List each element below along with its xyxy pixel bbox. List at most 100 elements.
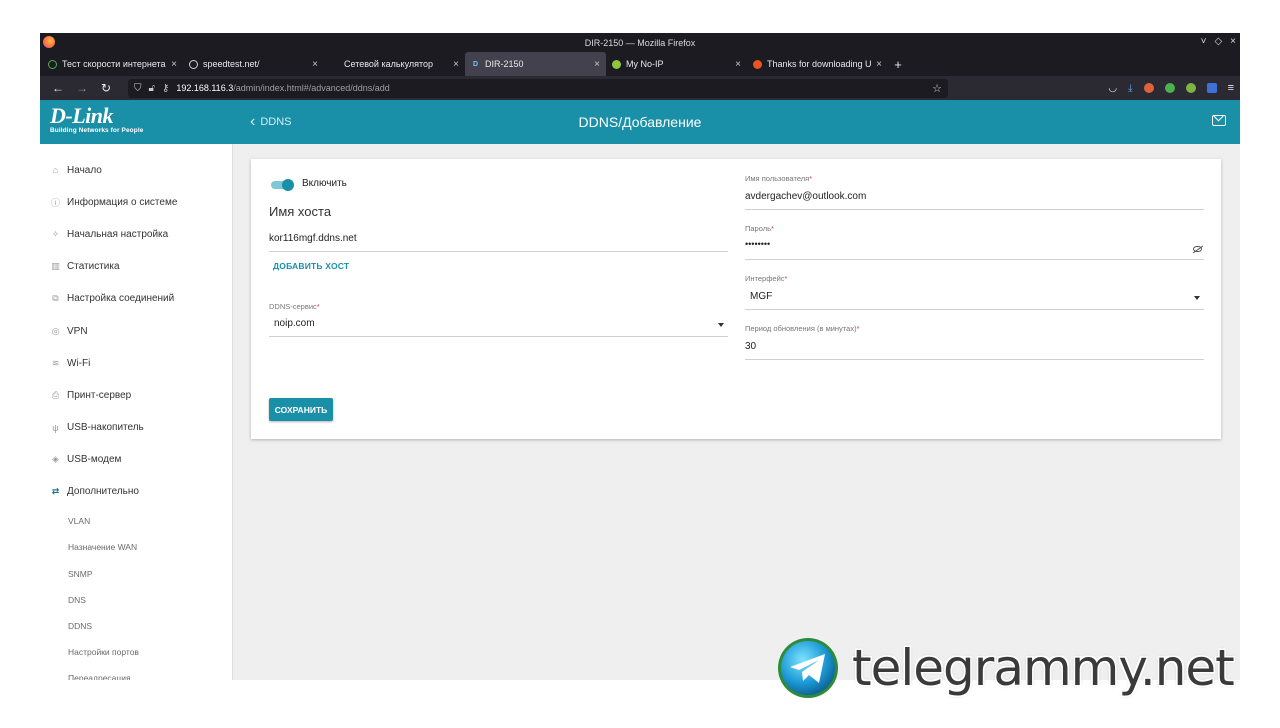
sidebar-item-usb-storage[interactable]: ψ USB-накопитель — [40, 412, 232, 444]
extension-blue-icon[interactable] — [1206, 83, 1217, 93]
lock-warning-icon[interactable]: 🔓︎ — [149, 83, 155, 94]
sidebar-item-usb-modem[interactable]: ◈ USB-модем — [40, 444, 232, 476]
interface-select[interactable]: Интерфейс* MGF — [745, 274, 1204, 310]
sidebar-item-initial-setup[interactable]: ✧ Начальная настройка — [40, 218, 232, 250]
sidebar-subitem-wan-assignment[interactable]: Назначение WAN — [40, 534, 232, 560]
sidebar-item-label: Wi-Fi — [67, 357, 91, 369]
telegrammy-watermark: telegrammy.net — [776, 635, 1266, 701]
sidebar-subitem-snmp[interactable]: SNMP — [40, 560, 232, 586]
app-header: D-Link Building Networks for People ‹ DD… — [40, 100, 1240, 144]
tab-label: Сетевой калькулятор — [344, 59, 434, 69]
url-bar[interactable]: ⛉ 🔓︎ ⚷ 192.168.116.3 /admin/index.html#/… — [128, 78, 948, 98]
hostname-field[interactable]: kor116mgf.ddns.net — [269, 227, 728, 252]
close-window-icon[interactable]: × — [1230, 36, 1236, 47]
url-path: /admin/index.html#/advanced/ddns/add — [233, 83, 390, 93]
password-field[interactable]: Пароль* •••••••• — [745, 224, 1204, 260]
sidebar-item-connections[interactable]: ⧉ Настройка соединений — [40, 283, 232, 315]
sidebar-item-advanced[interactable]: ⇄ Дополнительно — [40, 476, 232, 508]
password-value: •••••••• — [745, 239, 771, 249]
key-icon[interactable]: ⚷ — [162, 83, 169, 94]
password-label-text: Пароль — [745, 224, 772, 233]
eye-off-icon[interactable] — [1193, 246, 1202, 252]
save-button[interactable]: СОХРАНИТЬ — [269, 398, 333, 421]
sidebar-item-home[interactable]: ⌂ Начало — [40, 154, 232, 186]
close-tab-icon[interactable]: × — [594, 59, 600, 70]
dlink-logo[interactable]: D-Link Building Networks for People — [40, 100, 233, 144]
close-tab-icon[interactable]: × — [171, 59, 177, 70]
bookmark-star-icon[interactable]: ☆ — [932, 82, 942, 95]
tab-speedtest-ru[interactable]: Тест скорости интернета × — [42, 52, 183, 76]
interface-value: MGF — [750, 291, 773, 302]
close-tab-icon[interactable]: × — [735, 59, 741, 70]
sidebar-item-system-info[interactable]: ⓘ Информация о системе — [40, 186, 232, 218]
update-period-label: Период обновления (в минутах)* — [745, 324, 860, 333]
tab-dir-2150[interactable]: D DIR-2150 × — [465, 52, 606, 76]
new-tab-button[interactable]: + — [888, 52, 908, 76]
ddns-service-value: noip.com — [274, 318, 315, 329]
required-mark: * — [316, 302, 320, 311]
close-tab-icon[interactable]: × — [876, 59, 882, 70]
password-label: Пароль* — [745, 224, 774, 233]
sidebar-subitem-dns[interactable]: DNS — [40, 587, 232, 613]
extension-red-icon[interactable] — [1143, 83, 1154, 93]
sidebar-item-print-server[interactable]: ⎙ Принт-сервер — [40, 379, 232, 411]
sidebar-item-statistics[interactable]: ▥ Статистика — [40, 251, 232, 283]
sidebar-subitem-ddns[interactable]: DDNS — [40, 613, 232, 639]
noip-icon — [612, 59, 621, 69]
pocket-icon[interactable]: ◡ — [1108, 83, 1117, 94]
required-mark: * — [809, 174, 813, 183]
sidebar: ⌂ Начало ⓘ Информация о системе ✧ Началь… — [40, 144, 233, 680]
watermark-text: telegrammy.net — [852, 639, 1235, 697]
back-to-ddns-link[interactable]: ‹ DDNS — [250, 113, 292, 130]
tab-my-noip[interactable]: My No-IP × — [606, 52, 747, 76]
close-tab-icon[interactable]: × — [312, 59, 318, 70]
home-icon: ⌂ — [52, 165, 59, 176]
sidebar-item-wifi[interactable]: ≋ Wi-Fi — [40, 347, 232, 379]
downloads-icon[interactable]: ⤓ — [1128, 83, 1132, 94]
back-arrow-icon[interactable]: ← — [46, 81, 70, 95]
mail-icon[interactable] — [1212, 115, 1226, 126]
extension-android-icon[interactable] — [1185, 83, 1196, 93]
required-mark: * — [771, 224, 774, 233]
ddns-service-select[interactable]: DDNS-сервис* noip.com — [269, 299, 728, 337]
sidebar-item-label: Принт-сервер — [67, 389, 132, 401]
sidebar-item-label: Статистика — [67, 261, 120, 273]
advanced-icon: ⇄ — [51, 486, 60, 497]
sidebar-subitem-port-settings[interactable]: Настройки портов — [40, 639, 232, 665]
sidebar-subitem-vlan[interactable]: VLAN — [40, 508, 232, 534]
username-field[interactable]: Имя пользователя* avdergachev@outlook.co… — [745, 174, 1204, 210]
extension-shield-icon[interactable] — [1164, 83, 1175, 93]
hostname-value: kor116mgf.ddns.net — [269, 233, 357, 244]
sidebar-item-label: Начальная настройка — [67, 228, 169, 240]
sidebar-item-vpn[interactable]: ◎ VPN — [40, 315, 232, 347]
forward-arrow-icon[interactable]: → — [70, 81, 94, 95]
tab-speedtest-net[interactable]: speedtest.net/ × — [183, 52, 324, 76]
sidebar-item-label: VPN — [67, 325, 88, 337]
menu-icon[interactable]: ≡ — [1228, 82, 1234, 94]
chevron-left-icon: ‹ — [250, 113, 256, 130]
minimize-icon[interactable]: ˅ — [1201, 36, 1207, 47]
tab-label: DIR-2150 — [485, 59, 524, 69]
maximize-icon[interactable]: ◇ — [1214, 36, 1222, 47]
enable-toggle[interactable] — [271, 179, 295, 191]
window-controls: ˅ ◇ × — [1201, 36, 1236, 47]
reload-icon[interactable]: ↻ — [94, 81, 118, 95]
vpn-icon: ◎ — [51, 325, 60, 336]
shield-icon[interactable]: ⛉ — [134, 83, 142, 94]
sidebar-subitem-forwarding[interactable]: Переадресация — [40, 665, 232, 680]
tab-label: Thanks for downloading U — [767, 59, 872, 69]
printer-icon: ⎙ — [51, 389, 60, 400]
close-tab-icon[interactable]: × — [453, 59, 459, 70]
tab-ubuntu[interactable]: Thanks for downloading U × — [747, 52, 888, 76]
dlink-d-icon: D — [472, 60, 479, 68]
ddns-service-label: DDNS-сервис* — [269, 302, 320, 311]
add-host-button[interactable]: ДОБАВИТЬ ХОСТ — [273, 261, 349, 271]
enable-label: Включить — [302, 178, 347, 189]
speedtest-icon — [48, 59, 57, 69]
update-period-label-text: Период обновления (в минутах) — [745, 324, 857, 333]
username-label-text: Имя пользователя — [745, 174, 810, 183]
update-period-field[interactable]: Период обновления (в минутах)* 30 — [745, 324, 1204, 360]
url-host: 192.168.116.3 — [176, 83, 234, 93]
firefox-logo-icon — [43, 36, 55, 48]
tab-network-calculator[interactable]: Сетевой калькулятор × — [324, 52, 465, 76]
